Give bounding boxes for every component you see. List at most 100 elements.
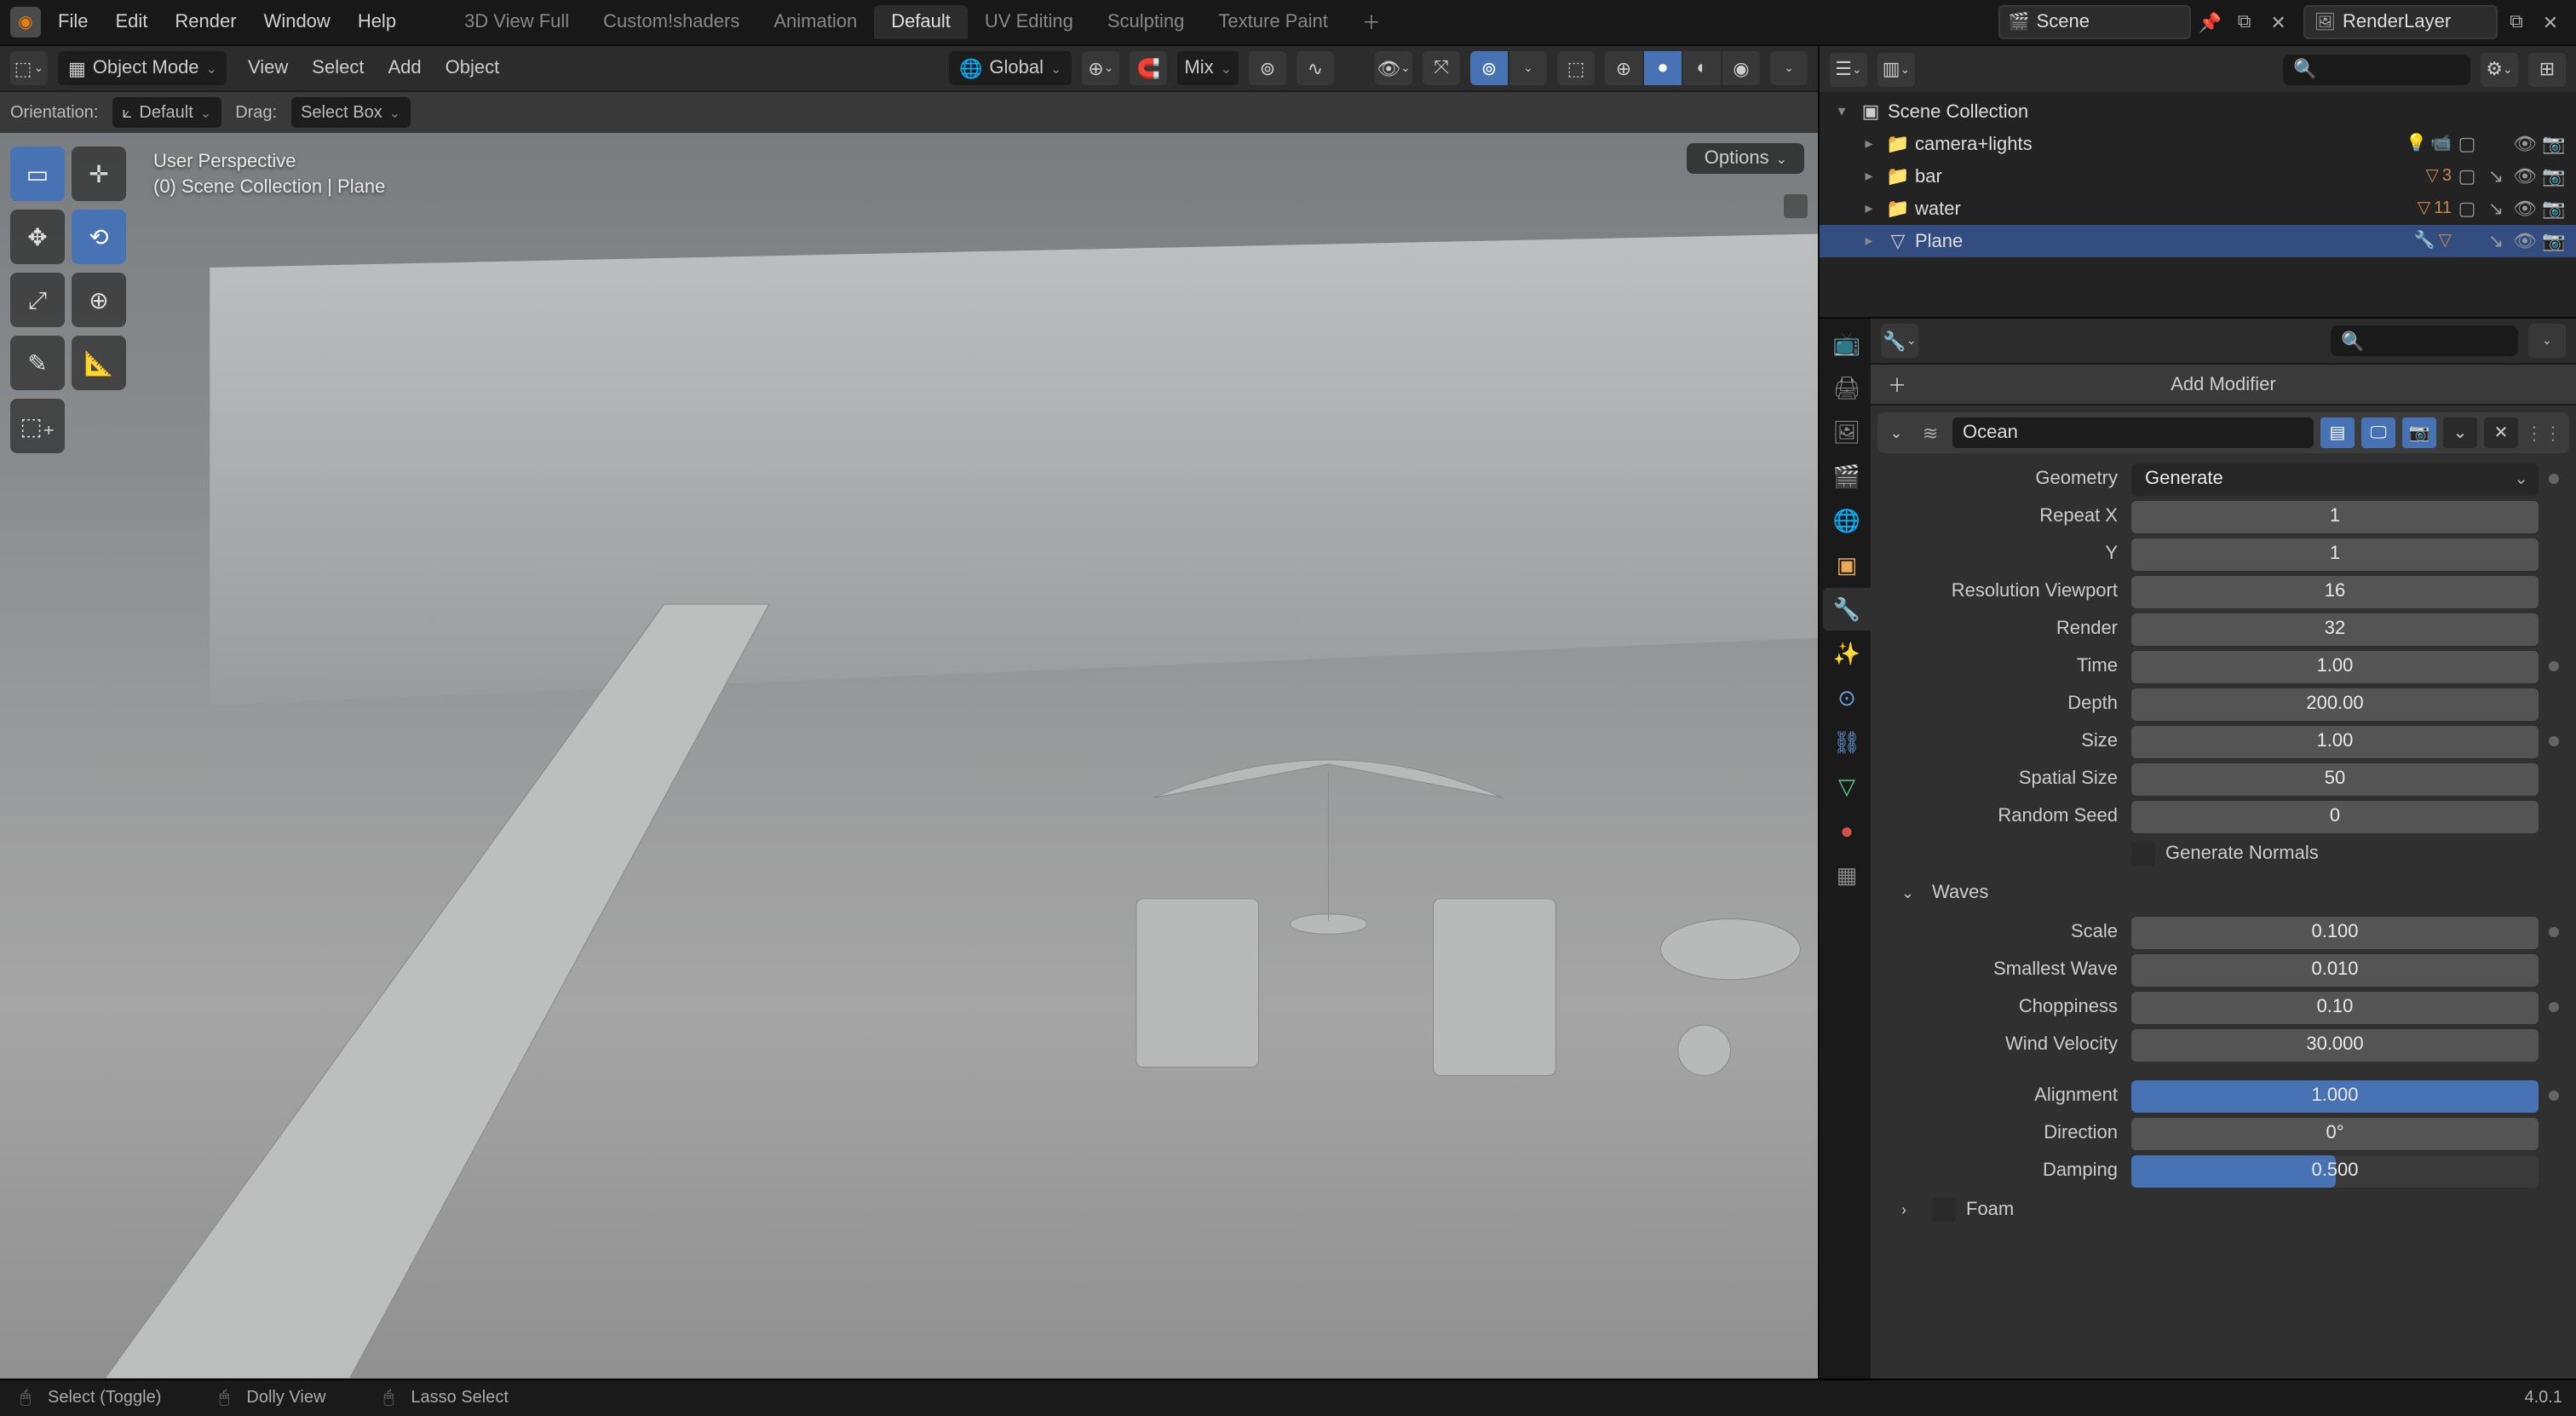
prop-tab-viewlayer[interactable]: 🖼 — [1823, 411, 1871, 453]
pivot-button[interactable]: ⊕⌄ — [1082, 51, 1119, 85]
renderlayer-input[interactable] — [2343, 12, 2487, 32]
smallest-wave-field[interactable]: 0.010 — [2131, 953, 2539, 986]
workspace-tab[interactable]: Custom!shaders — [586, 5, 756, 39]
viewport-menu-select[interactable]: Select — [302, 53, 374, 83]
mode-dropdown[interactable]: ▦ Object Mode ⌄ — [58, 51, 227, 85]
viewport-menu-view[interactable]: View — [238, 53, 298, 83]
viewport-3d[interactable]: User Perspective (0) Scene Collection | … — [0, 133, 1818, 1379]
depth-field[interactable]: 200.00 — [2131, 688, 2539, 720]
overlays-dropdown[interactable]: ⌄ — [1509, 51, 1547, 85]
waves-subpanel-header[interactable]: ⌄Waves — [1877, 872, 2569, 913]
viewport-collapse-icon[interactable] — [1784, 194, 1808, 218]
scene-input[interactable] — [2037, 12, 2182, 32]
wind-velocity-field[interactable]: 30.000 — [2131, 1028, 2539, 1061]
outliner-item[interactable]: ▸📁water▽11▢↘👁📷 — [1820, 193, 2576, 225]
scene-field[interactable]: 🎬 — [1998, 5, 2192, 39]
properties-type-button[interactable]: 🔧⌄ — [1881, 324, 1918, 358]
shading-wireframe[interactable]: ⊕ — [1605, 51, 1642, 85]
res-viewport-field[interactable]: 16 — [2131, 575, 2539, 607]
workspace-tab[interactable]: Animation — [756, 5, 874, 39]
shading-dropdown[interactable]: ⌄ — [1770, 51, 1808, 85]
outliner-type-button[interactable]: ☰⌄ — [1830, 52, 1867, 86]
outliner-filter-button[interactable]: ⚙⌄ — [2481, 52, 2518, 86]
menu-help[interactable]: Help — [344, 5, 410, 39]
anim-dot[interactable] — [2549, 474, 2559, 484]
menu-edit[interactable]: Edit — [101, 5, 161, 39]
anim-dot[interactable] — [2549, 736, 2559, 746]
anim-dot[interactable] — [2549, 661, 2559, 671]
outliner-new-collection[interactable]: ⊞ — [2528, 52, 2566, 86]
anim-dot[interactable] — [2549, 1091, 2559, 1101]
tool-measure[interactable]: 📐 — [72, 336, 126, 390]
editor-type-button[interactable]: ⬚⌄ — [10, 51, 48, 85]
expand-icon[interactable]: ▸ — [1857, 232, 1881, 250]
damping-slider[interactable]: 0.500 — [2131, 1154, 2539, 1187]
prop-tab-physics[interactable]: ⊙ — [1823, 676, 1871, 719]
outliner-item[interactable]: ▸▽Plane🔧▽↘👁📷 — [1820, 225, 2576, 257]
repeat-x-field[interactable]: 1 — [2131, 500, 2539, 532]
random-seed-field[interactable]: 0 — [2131, 800, 2539, 832]
modifier-collapse-icon[interactable]: ⌄ — [1884, 423, 1908, 442]
prop-tab-particles[interactable]: ✨ — [1823, 632, 1871, 675]
time-field[interactable]: 1.00 — [2131, 650, 2539, 682]
gizmo-button[interactable]: ⤧ — [1423, 51, 1460, 85]
viewport-menu-add[interactable]: Add — [377, 53, 431, 83]
repeat-y-field[interactable]: 1 — [2131, 538, 2539, 570]
prop-tab-object[interactable]: ▣ — [1823, 544, 1871, 586]
modifier-render-toggle[interactable]: 📷 — [2402, 417, 2436, 448]
tool-add[interactable]: ⬚₊ — [10, 399, 65, 453]
delete-scene-button[interactable]: ✕ — [2263, 7, 2294, 37]
blender-logo-icon[interactable]: ◉ — [10, 7, 41, 37]
modifier-extra-dropdown[interactable]: ⌄ — [2443, 417, 2477, 448]
foam-subpanel-header[interactable]: ›Foam — [1877, 1189, 2569, 1230]
prop-tab-modifiers[interactable]: 🔧 — [1823, 588, 1871, 630]
properties-search[interactable]: 🔍 — [2331, 325, 2518, 356]
shading-material[interactable]: ◐ — [1683, 51, 1721, 85]
tool-cursor[interactable]: ✛ — [72, 147, 126, 201]
xray-button[interactable]: ⬚ — [1557, 51, 1595, 85]
proportional-falloff-button[interactable]: ∿ — [1297, 51, 1334, 85]
prop-tab-texture[interactable]: ▦ — [1823, 854, 1871, 896]
anim-dot[interactable] — [2549, 927, 2559, 937]
prop-tab-data[interactable]: ▽ — [1823, 765, 1871, 808]
alignment-slider[interactable]: 1.000 — [2131, 1079, 2539, 1112]
copy-renderlayer-button[interactable]: ⧉ — [2501, 7, 2532, 37]
size-field[interactable]: 1.00 — [2131, 725, 2539, 757]
visibility-button[interactable]: 👁⌄ — [1375, 51, 1412, 85]
tool-scale[interactable]: ⤢ — [10, 273, 65, 327]
menu-window[interactable]: Window — [250, 5, 344, 39]
prop-tab-output[interactable]: 🖨 — [1823, 366, 1871, 409]
direction-field[interactable]: 0° — [2131, 1117, 2539, 1149]
tool-annotate[interactable]: ✎ — [10, 336, 65, 390]
shading-solid[interactable]: ● — [1644, 51, 1682, 85]
add-workspace-button[interactable]: ＋ — [1348, 2, 1394, 43]
outliner-search[interactable]: 🔍 — [2283, 54, 2470, 84]
workspace-tab[interactable]: Default — [874, 5, 968, 39]
renderlayer-field[interactable]: 🖼 — [2304, 5, 2498, 39]
outliner-item[interactable]: ▸📁camera+lights💡📹▢👁📷 — [1820, 128, 2576, 160]
prop-tab-constraints[interactable]: ⛓ — [1823, 721, 1871, 763]
viewport-menu-object[interactable]: Object — [435, 53, 510, 83]
menu-render[interactable]: Render — [161, 5, 250, 39]
generate-normals-checkbox[interactable] — [2131, 842, 2155, 866]
add-modifier-button[interactable]: ＋ Add Modifier — [1871, 365, 2576, 406]
prop-tab-scene[interactable]: 🎬 — [1823, 455, 1871, 498]
prop-tab-world[interactable]: 🌐 — [1823, 499, 1871, 542]
tool-rotate[interactable]: ⟲ — [72, 210, 126, 264]
outliner-item[interactable]: ▸📁bar▽3▢↘👁📷 — [1820, 160, 2576, 193]
overlays-toggle[interactable]: ⊚ — [1470, 51, 1508, 85]
drag-dropdown[interactable]: Select Box⌄ — [290, 97, 411, 128]
workspace-tab[interactable]: UV Editing — [968, 5, 1090, 39]
tool-select[interactable]: ▭ — [10, 147, 65, 201]
outliner-display-mode[interactable]: ▥⌄ — [1877, 52, 1915, 86]
expand-icon[interactable]: ▸ — [1857, 199, 1881, 218]
delete-renderlayer-button[interactable]: ✕ — [2535, 7, 2566, 37]
workspace-tab[interactable]: Sculpting — [1090, 5, 1202, 39]
modifier-delete-button[interactable]: ✕ — [2484, 417, 2518, 448]
menu-file[interactable]: File — [44, 5, 101, 39]
snap-button[interactable]: 🧲 — [1130, 51, 1167, 85]
modifier-editmode-toggle[interactable]: ▤ — [2320, 417, 2355, 448]
modifier-drag-icon[interactable]: ⋮⋮ — [2525, 422, 2562, 444]
pin-scene-button[interactable]: 📌 — [2195, 7, 2226, 37]
tool-move[interactable]: ✥ — [10, 210, 65, 264]
